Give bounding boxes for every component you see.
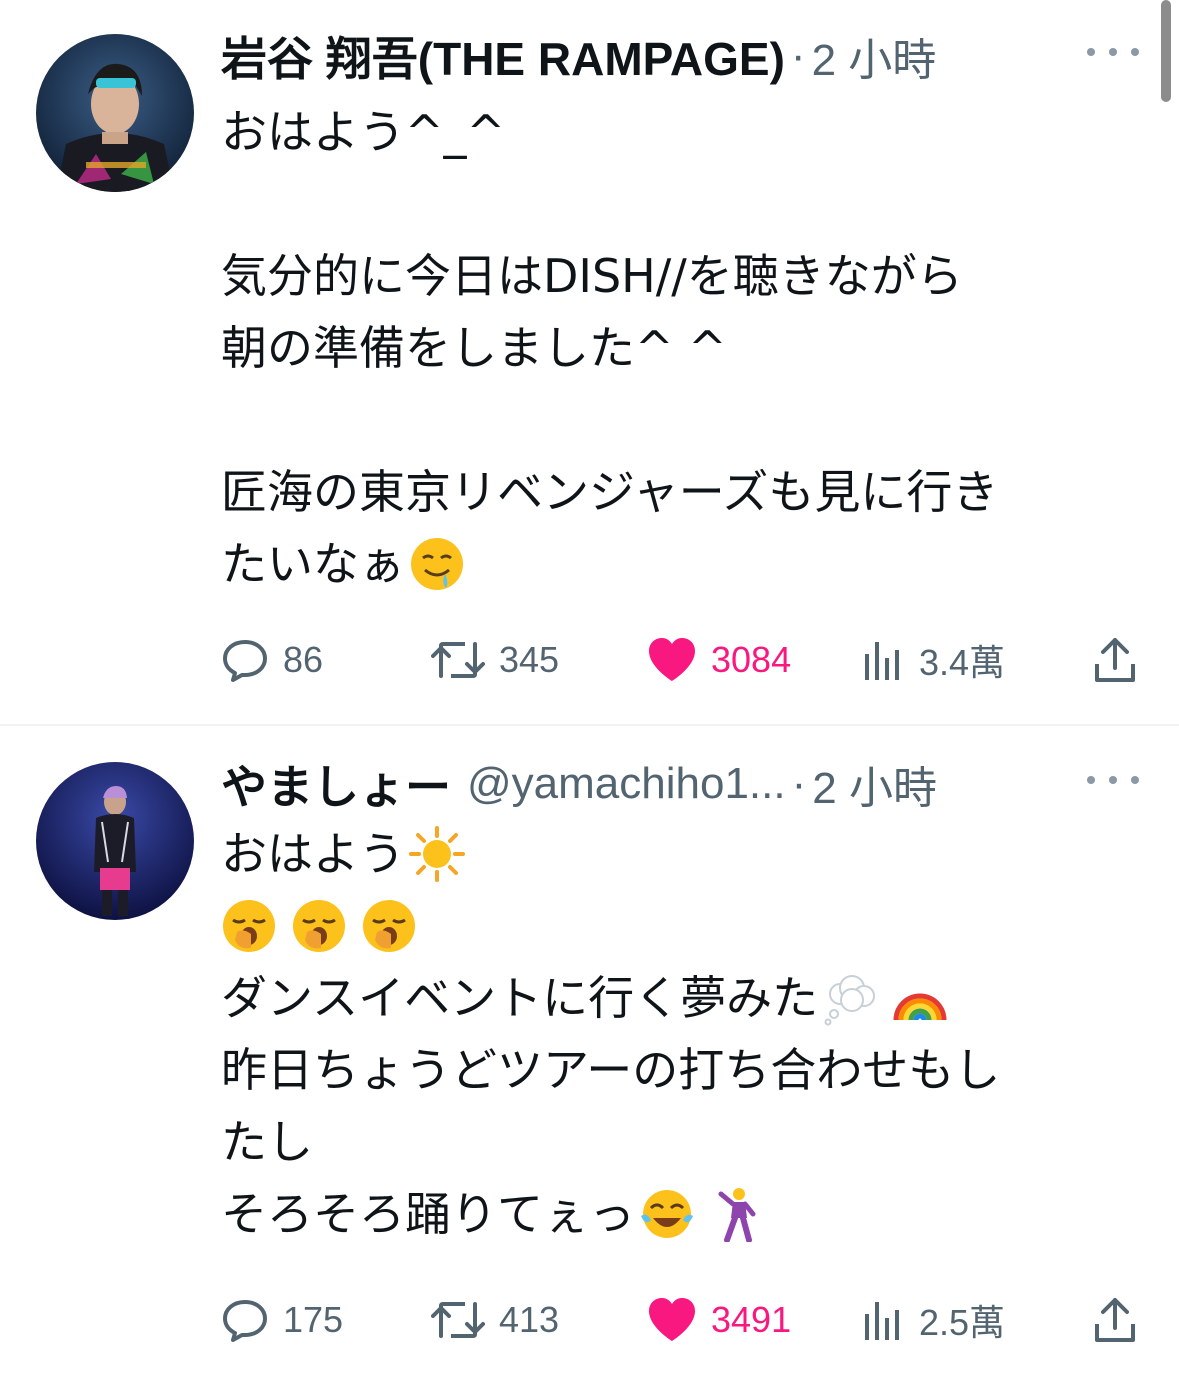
retweet-icon (431, 1302, 485, 1338)
retweet-count: 413 (499, 1299, 560, 1340)
tweet-actions: 175 413 3491 2.5萬 (221, 1290, 1141, 1350)
like-button[interactable]: 3491 (647, 1290, 791, 1350)
user-handle[interactable]: @yamachiho1... (467, 759, 786, 809)
display-name[interactable]: やましょー (221, 751, 451, 817)
reply-icon (223, 1300, 267, 1342)
more-icon[interactable] (1087, 32, 1139, 72)
tweet-line: たいなぁ (221, 528, 1151, 600)
tweet-line: たし (221, 1115, 313, 1169)
tweet-line-text: おはよう (221, 827, 405, 881)
tweet-line (221, 890, 1151, 962)
reply-icon (223, 640, 267, 682)
reply-count: 175 (283, 1299, 344, 1340)
like-count: 3491 (711, 1299, 792, 1340)
tweet-line: 気分的に今日はDISH//を聴きながら (221, 249, 963, 303)
display-name[interactable]: 岩谷 翔吾(THE RAMPAGE) (221, 23, 785, 89)
tweet-line: 昨日ちょうどツアーの打ち合わせもし (221, 1043, 1001, 1097)
like-button[interactable]: 3084 (647, 630, 791, 690)
tweet-actions: 86 345 3084 3.4萬 (221, 630, 1141, 690)
tweet-line-text: たいなぁ (221, 537, 405, 591)
man-dancing-icon (709, 1186, 765, 1242)
tweet-header: 岩谷 翔吾(THE RAMPAGE) · 2 小時 (221, 26, 1139, 86)
sun-icon (409, 826, 465, 882)
avatar[interactable] (36, 762, 194, 920)
retweet-button[interactable]: 413 (431, 1290, 559, 1350)
views-count: 3.4萬 (919, 642, 1006, 683)
tweet-line: 朝の準備をしました^ ^ (221, 321, 727, 375)
tweet-text: おはよう^_^ 気分的に今日はDISH//を聴きながら 朝の準備をしました^ ^… (221, 96, 1151, 600)
like-count: 3084 (711, 639, 792, 680)
yawning-face-icon (291, 898, 347, 954)
reply-button[interactable]: 86 (221, 630, 323, 690)
timestamp[interactable]: 2 小時 (812, 752, 937, 816)
share-icon (1095, 1298, 1135, 1342)
retweet-count: 345 (499, 639, 560, 680)
views-button[interactable]: 2.5萬 (861, 1290, 1005, 1350)
tweet[interactable]: 岩谷 翔吾(THE RAMPAGE) · 2 小時 おはよう^_^ 気分的に今日… (0, 0, 1179, 724)
tweet-line (221, 384, 1151, 456)
time-separator: · (790, 31, 806, 80)
retweet-button[interactable]: 345 (431, 630, 559, 690)
drooling-face-icon (409, 536, 465, 592)
reply-count: 86 (283, 639, 324, 680)
tweet-line: そろそろ踊りてぇっ (221, 1178, 1151, 1250)
tweet-line: おはよう^_^ (221, 105, 506, 159)
tears-of-joy-icon (639, 1186, 695, 1242)
views-icon (865, 642, 899, 680)
like-heart-icon (649, 1298, 695, 1341)
views-count: 2.5萬 (919, 1302, 1006, 1343)
views-button[interactable]: 3.4萬 (861, 630, 1005, 690)
tweet-line (221, 168, 1151, 240)
yawning-face-icon (221, 898, 277, 954)
thought-balloon-icon (822, 970, 878, 1026)
tweet-line: ダンスイベントに行く夢みた (221, 962, 1151, 1034)
tweet-line-text: そろそろ踊りてぇっ (221, 1187, 635, 1241)
tweet-line: おはよう (221, 818, 1151, 890)
share-button[interactable] (1093, 1290, 1137, 1350)
rainbow-icon (892, 970, 948, 1026)
tweet-text: おはよう ダンスイベントに行く夢みた 昨日ちょうどツアーの打ち合わせもし たし … (221, 818, 1151, 1250)
retweet-icon (431, 642, 485, 678)
more-icon[interactable] (1087, 760, 1139, 800)
tweet-header: やましょー @yamachiho1... · 2 小時 (221, 754, 1139, 814)
tweet-line: 匠海の東京リベンジャーズも見に行き (221, 465, 999, 519)
share-icon (1095, 638, 1135, 682)
time-separator: · (791, 759, 807, 808)
tweet[interactable]: やましょー @yamachiho1... · 2 小時 おはよう ダンスイベント… (0, 726, 1179, 1379)
share-button[interactable] (1093, 630, 1137, 690)
timestamp[interactable]: 2 小時 (812, 24, 937, 88)
like-heart-icon (649, 638, 695, 681)
yawning-face-icon (361, 898, 417, 954)
reply-button[interactable]: 175 (221, 1290, 343, 1350)
avatar[interactable] (36, 34, 194, 192)
tweet-line-text: ダンスイベントに行く夢みた (221, 971, 819, 1025)
views-icon (865, 1302, 899, 1340)
